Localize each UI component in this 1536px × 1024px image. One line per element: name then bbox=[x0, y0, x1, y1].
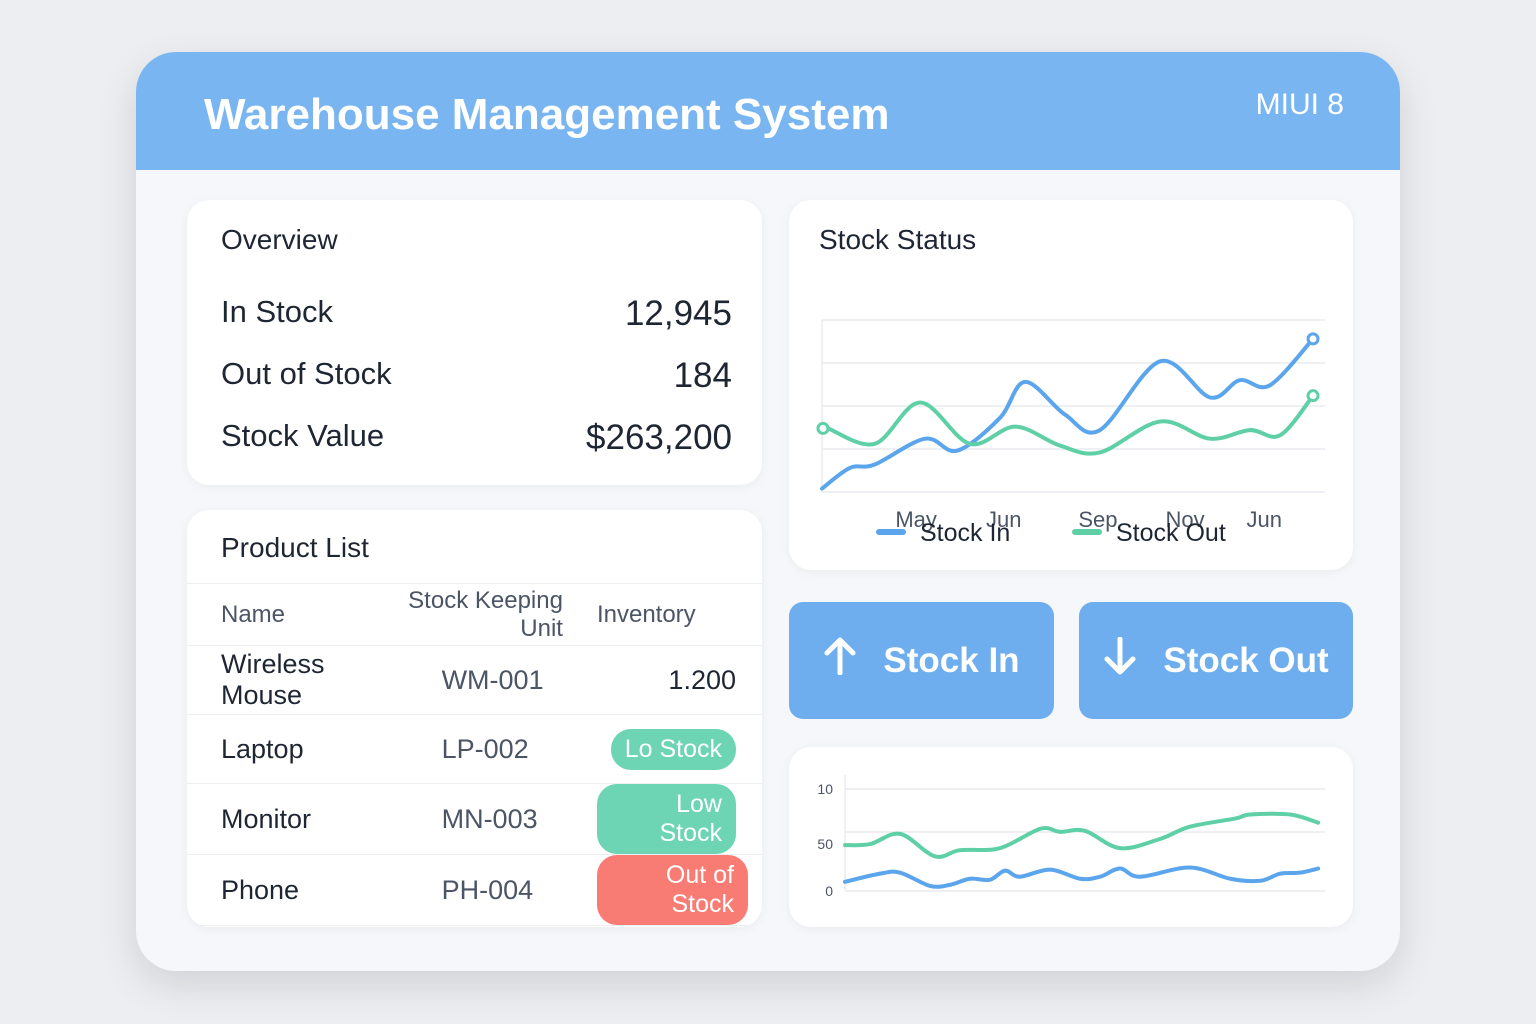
overview-row-stock-value: Stock Value $263,200 bbox=[221, 418, 732, 458]
series-line-stock-out bbox=[843, 811, 1321, 859]
series-line-stock-in bbox=[843, 865, 1321, 889]
series-line-stock-in bbox=[820, 336, 1316, 491]
product-list-card: Product List Name Stock Keeping Unit Inv… bbox=[187, 510, 762, 927]
stock-status-card: Stock Status May Jun Sep Nov Jun Stock In Stoc… bbox=[789, 200, 1353, 570]
start-point bbox=[816, 421, 830, 435]
overview-row-out-of-stock: Out of Stock 184 bbox=[221, 356, 732, 396]
product-list-title: Product List bbox=[221, 532, 369, 563]
overview-title: Overview bbox=[221, 224, 338, 255]
product-sku: MN-003 bbox=[389, 783, 597, 855]
product-sku: PH-004 bbox=[389, 854, 597, 926]
stock-in-label: Stock In bbox=[883, 640, 1020, 680]
product-inventory: 1.200 bbox=[596, 645, 762, 715]
header: Warehouse Management System MIUI 8 bbox=[136, 52, 1400, 170]
overview-row-in-stock: In Stock 12,945 bbox=[221, 294, 732, 334]
product-name: Wireless Mouse bbox=[187, 645, 390, 715]
stock-status-chart: May Jun Sep Nov JunStock In Stock Out bbox=[816, 319, 1325, 547]
product-sku: LP-002 bbox=[389, 714, 597, 784]
app-title: Warehouse Management System bbox=[204, 90, 890, 139]
status-badge: Out of Stock bbox=[596, 855, 748, 925]
product-sku: WM-001 bbox=[389, 645, 597, 715]
stat-value: 184 bbox=[673, 356, 732, 395]
trend-card: 10 50 0 bbox=[789, 747, 1353, 927]
product-name: Laptop bbox=[187, 714, 390, 784]
x-tick-label: Sep bbox=[1078, 507, 1117, 532]
product-table: Name Stock Keeping Unit Inventory Wirele… bbox=[187, 583, 762, 926]
arrow-down-icon bbox=[1103, 636, 1137, 684]
stock-in-button[interactable]: Stock In bbox=[789, 602, 1054, 719]
status-badge: Low Stock bbox=[596, 784, 736, 854]
stock-out-label: Stock Out bbox=[1163, 640, 1329, 680]
series-line-stock-out bbox=[825, 393, 1316, 456]
table-row[interactable]: Monitor MN-003 Low Stock bbox=[187, 783, 762, 855]
version-label: MIUI 8 bbox=[1255, 88, 1344, 121]
y-tick-label: 50 bbox=[817, 836, 833, 852]
stat-label: Stock Value bbox=[221, 418, 385, 453]
y-tick-label: 10 bbox=[817, 781, 833, 797]
table-row[interactable]: Wireless Mouse WM-001 1.200 bbox=[187, 645, 762, 715]
legend-label: Stock In bbox=[920, 519, 1010, 547]
status-badge: Lo Stock bbox=[610, 728, 736, 770]
column-inventory[interactable]: Inventory bbox=[596, 583, 762, 646]
product-name: Phone bbox=[187, 854, 390, 926]
overview-card: Overview In Stock 12,945 Out of Stock 184 … bbox=[187, 200, 762, 485]
stock-status-title: Stock Status bbox=[819, 224, 977, 255]
trend-chart: 10 50 0 bbox=[817, 775, 1325, 899]
y-tick-label: 0 bbox=[825, 883, 833, 899]
column-sku[interactable]: Stock Keeping Unit bbox=[389, 583, 597, 646]
stat-value: 12,945 bbox=[624, 294, 732, 333]
table-row[interactable]: Phone PH-004 Out of Stock bbox=[187, 854, 762, 926]
table-row[interactable]: Laptop LP-002 Lo Stock bbox=[187, 714, 762, 784]
stock-out-button[interactable]: Stock Out bbox=[1079, 602, 1353, 719]
app-window: Warehouse Management System MIUI 8 Overv… bbox=[136, 52, 1400, 971]
product-name: Monitor bbox=[187, 783, 390, 855]
column-name[interactable]: Name bbox=[187, 583, 390, 646]
stat-value: $263,200 bbox=[586, 418, 732, 457]
stat-label: In Stock bbox=[221, 294, 333, 329]
arrow-up-icon bbox=[823, 637, 857, 684]
stat-label: Out of Stock bbox=[221, 356, 392, 391]
legend-label: Stock Out bbox=[1116, 519, 1226, 547]
table-header: Name Stock Keeping Unit Inventory bbox=[187, 583, 762, 646]
x-tick-label: Jun bbox=[1246, 507, 1281, 532]
end-point bbox=[1306, 389, 1320, 403]
end-point bbox=[1306, 332, 1320, 346]
